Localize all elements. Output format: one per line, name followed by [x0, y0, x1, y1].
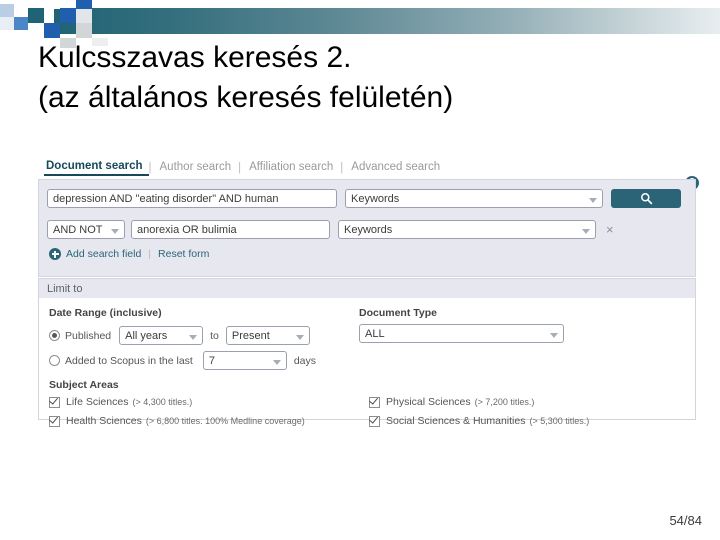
- deco-square: [28, 8, 44, 23]
- tab-separator: |: [148, 162, 152, 174]
- tab-affiliation-search[interactable]: Affiliation search: [247, 161, 340, 175]
- tab-separator: |: [238, 162, 242, 174]
- plus-circle-icon: [49, 248, 61, 260]
- search-form-links: Add search field | Reset form: [49, 248, 209, 260]
- deco-square: [76, 0, 92, 9]
- subject-area-label: Social Sciences & Humanities: [386, 415, 526, 427]
- subject-area-detail: (> 7,200 titles.): [474, 397, 535, 407]
- search-field-select-2[interactable]: Keywords: [338, 220, 596, 239]
- search-row-1: depression AND "eating disorder" AND hum…: [47, 189, 681, 208]
- published-radio[interactable]: [49, 330, 60, 341]
- header-gradient-bar: [54, 8, 720, 34]
- deco-square: [44, 0, 60, 9]
- subject-area-item[interactable]: Physical Sciences (> 7,200 titles.): [369, 396, 534, 408]
- subject-area-checkbox[interactable]: [49, 415, 60, 427]
- date-to-label: to: [210, 329, 219, 342]
- subject-area-item[interactable]: Life Sciences (> 4,300 titles.): [49, 396, 192, 408]
- deco-square: [76, 8, 92, 23]
- limit-to-header: Limit to: [38, 278, 696, 298]
- tab-separator: |: [340, 162, 344, 174]
- add-search-field-link[interactable]: Add search field: [66, 248, 141, 260]
- boolean-operator-select[interactable]: AND NOT: [47, 220, 125, 239]
- deco-square: [14, 17, 28, 30]
- slide-title-line-1: Kulcsszavas keresés 2.: [38, 41, 352, 74]
- deco-square: [76, 23, 92, 38]
- subject-area-checkbox[interactable]: [369, 396, 380, 408]
- days-label: days: [293, 354, 317, 367]
- added-to-scopus-label: Added to Scopus in the last: [65, 354, 193, 367]
- subject-area-item[interactable]: Health Sciences (> 6,800 titles. 100% Me…: [49, 415, 305, 427]
- tab-document-search[interactable]: Document search: [44, 160, 149, 176]
- document-type-select[interactable]: ALL: [359, 324, 564, 343]
- tab-author-search[interactable]: Author search: [158, 161, 239, 175]
- search-query-input-2[interactable]: anorexia OR bulimia: [131, 220, 330, 239]
- date-from-select[interactable]: All years: [119, 326, 204, 345]
- slide-title: Kulcsszavas keresés 2. (az általános ker…: [38, 38, 658, 118]
- subject-area-label: Health Sciences: [66, 415, 142, 427]
- subject-area-detail: (> 6,800 titles. 100% Medline coverage): [145, 416, 305, 426]
- link-separator: |: [148, 248, 152, 260]
- document-type-heading: Document Type: [359, 307, 437, 319]
- deco-square: [60, 8, 76, 23]
- remove-search-row-button[interactable]: ×: [606, 223, 614, 236]
- scopus-search-screenshot: Document search | Author search | Affili…: [38, 155, 702, 427]
- slide-title-line-2: (az általános keresés felületén): [38, 80, 454, 114]
- deco-square: [0, 4, 14, 17]
- published-date-row: Published All years to Present: [49, 326, 310, 345]
- subject-area-item[interactable]: Social Sciences & Humanities (> 5,300 ti…: [369, 415, 589, 427]
- page-number: 54/84: [669, 513, 702, 528]
- limit-to-body: Date Range (inclusive) Published All yea…: [38, 298, 696, 427]
- reset-form-link[interactable]: Reset form: [158, 248, 209, 260]
- search-button[interactable]: [611, 189, 681, 208]
- deco-square: [44, 23, 60, 38]
- date-to-select[interactable]: Present: [225, 326, 310, 345]
- added-days-select[interactable]: 7: [202, 351, 287, 370]
- subject-area-detail: (> 5,300 titles.): [529, 416, 590, 426]
- added-to-scopus-row: Added to Scopus in the last 7 days: [49, 351, 316, 370]
- subject-areas-heading: Subject Areas: [49, 379, 119, 391]
- search-field-select-1[interactable]: Keywords: [345, 189, 603, 208]
- subject-area-checkbox[interactable]: [49, 396, 60, 408]
- subject-area-detail: (> 4,300 titles.): [132, 397, 193, 407]
- slide-header-decoration: [0, 0, 720, 48]
- search-icon: [640, 193, 652, 205]
- subject-area-checkbox[interactable]: [369, 415, 380, 427]
- deco-square: [0, 17, 14, 30]
- subject-area-label: Life Sciences: [66, 396, 129, 408]
- subject-area-label: Physical Sciences: [386, 396, 471, 408]
- search-query-panel: depression AND "eating disorder" AND hum…: [38, 179, 696, 277]
- search-row-2: AND NOT anorexia OR bulimia Keywords ×: [47, 220, 614, 239]
- search-query-input-1[interactable]: depression AND "eating disorder" AND hum…: [47, 189, 337, 208]
- published-label: Published: [65, 329, 112, 342]
- added-to-scopus-radio[interactable]: [49, 355, 60, 366]
- search-mode-tabs: Document search | Author search | Affili…: [44, 158, 447, 178]
- date-range-heading: Date Range (inclusive): [49, 307, 162, 319]
- tab-advanced-search[interactable]: Advanced search: [349, 161, 447, 175]
